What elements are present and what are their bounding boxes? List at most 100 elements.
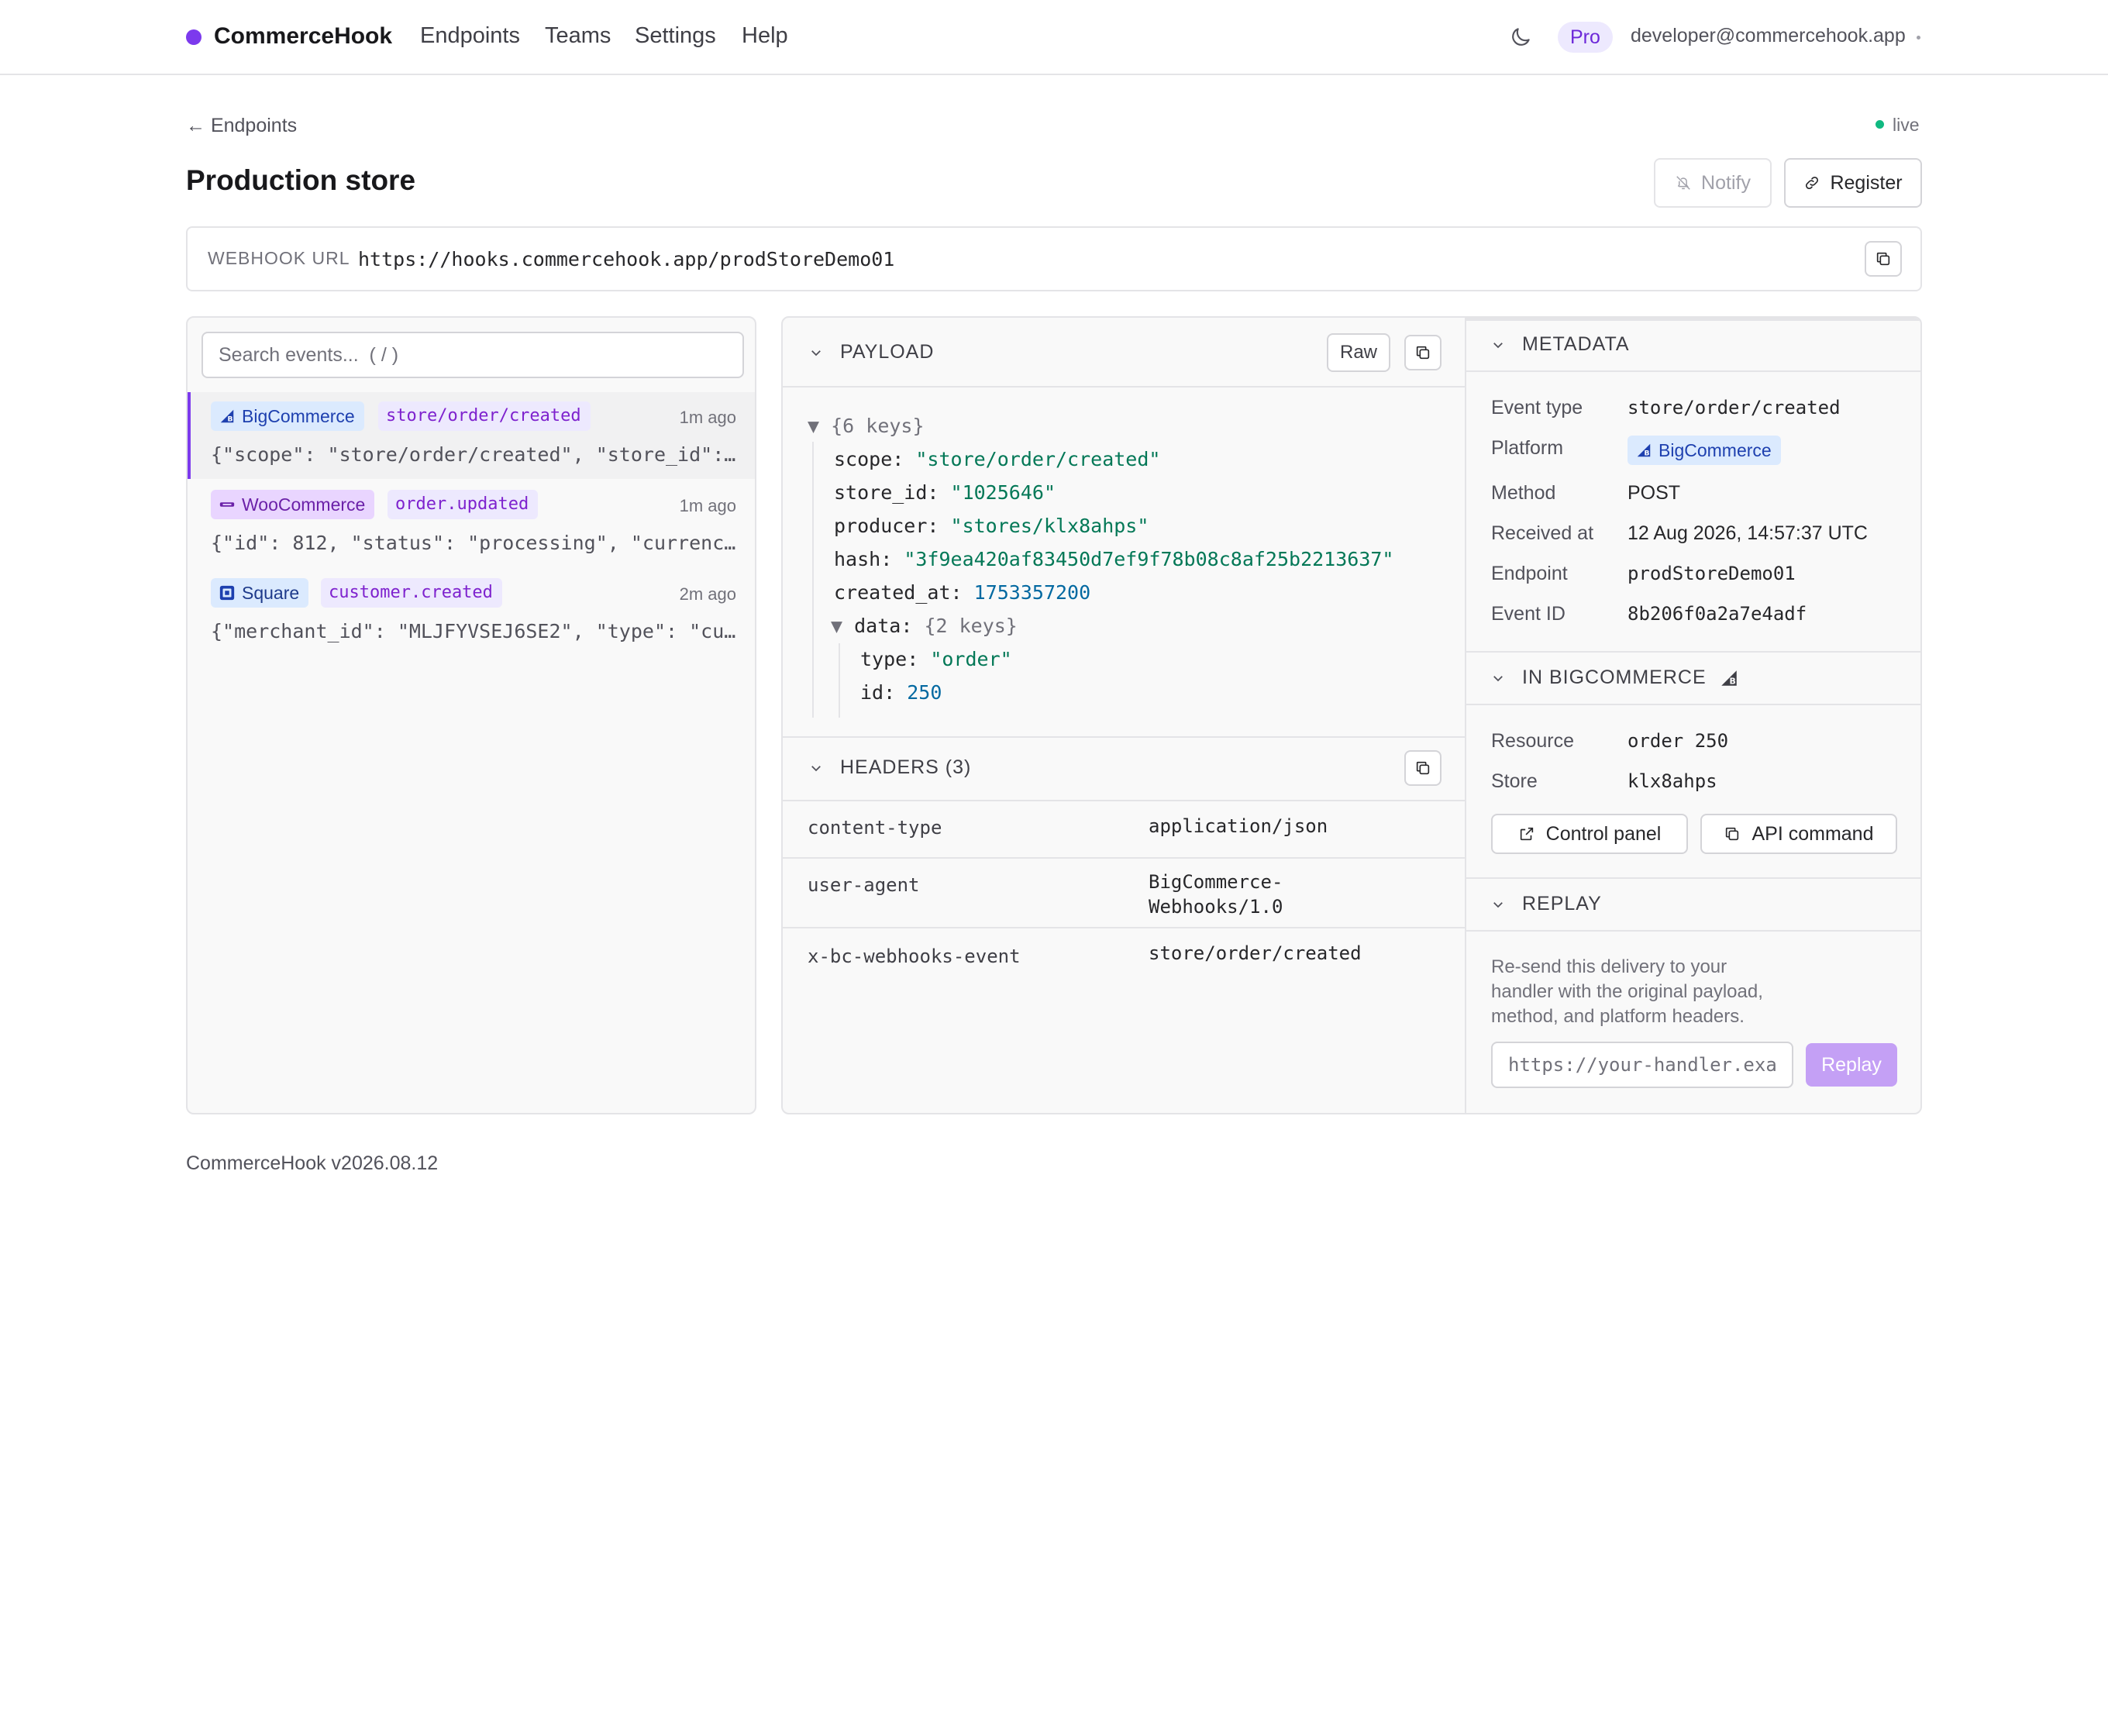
link-icon	[1806, 176, 1819, 190]
field-value: "1025646"	[950, 481, 1056, 504]
header-row: user-agent BigCommerce- Webhooks/1.0	[783, 859, 1465, 928]
payload-field: type: "order"	[860, 642, 1012, 676]
copy-icon	[1876, 252, 1890, 266]
meta-label: Platform	[1491, 437, 1564, 459]
root-summary: {6 keys}	[831, 415, 925, 437]
replay-url-input[interactable]	[1491, 1042, 1793, 1088]
chevron-down-icon	[1493, 901, 1503, 908]
control-panel-button[interactable]: Control panel	[1491, 814, 1688, 854]
topic-badge: order.updated	[388, 490, 539, 519]
api-command-button[interactable]: API command	[1700, 814, 1897, 854]
event-time: 1m ago	[679, 496, 736, 515]
payload-root[interactable]: ▼ {6 keys}	[808, 409, 925, 443]
external-link-icon	[1520, 827, 1533, 841]
live-status-dot-icon	[1876, 120, 1884, 129]
field-key: producer:	[834, 515, 939, 537]
caret-down-icon: ▼	[831, 615, 843, 637]
payload-field-data[interactable]: ▼ data: {2 keys}	[831, 609, 1393, 642]
field-key: data:	[854, 615, 913, 637]
back-link[interactable]: ← Endpoints	[186, 115, 297, 137]
meta-label: Received at	[1491, 522, 1594, 544]
meta-platform: BigCommerce	[1658, 440, 1772, 460]
divider	[1466, 651, 1920, 653]
event-item-bigcommerce[interactable]: B BigCommerce store/order/created 1m ago…	[188, 392, 755, 479]
copy-url-button[interactable]	[1865, 241, 1902, 277]
meta-label: Store	[1491, 770, 1538, 792]
in-platform-title: IN BIGCOMMERCE	[1522, 666, 1707, 688]
field-value: 250	[907, 681, 942, 704]
divider	[1466, 370, 1920, 372]
notify-button[interactable]: Notify	[1654, 158, 1772, 208]
platform-name: BigCommerce	[242, 406, 355, 426]
webhook-url-label: WEBHOOK URL	[208, 248, 350, 268]
footer-version: CommerceHook v2026.08.12	[186, 1152, 438, 1175]
user-menu[interactable]: developer@commercehook.app	[1631, 25, 1906, 47]
bigcommerce-icon: B	[1720, 670, 1737, 686]
meta-event-type: store/order/created	[1628, 397, 1841, 418]
event-list-panel: B BigCommerce store/order/created 1m ago…	[186, 316, 756, 1114]
copy-icon	[1726, 827, 1739, 841]
moon-icon[interactable]	[1508, 25, 1533, 50]
copy-icon	[1416, 761, 1430, 775]
field-value: "store/order/created"	[915, 448, 1161, 470]
meta-label: Method	[1491, 482, 1556, 504]
meta-method: POST	[1628, 482, 1681, 504]
field-value: "stores/klx8ahps"	[950, 515, 1149, 537]
payload-field: created_at: 1753357200	[834, 576, 1393, 609]
payload-field: id: 250	[860, 676, 1012, 709]
payload-data-fields: type: "order" id: 250	[860, 642, 1012, 709]
search-input[interactable]	[202, 332, 744, 378]
chevron-down-icon	[811, 350, 821, 356]
brand-name[interactable]: CommerceHook	[214, 23, 392, 50]
replay-button[interactable]: Replay	[1806, 1043, 1897, 1087]
square-icon	[219, 585, 235, 601]
in-platform-section-header[interactable]: IN BIGCOMMERCE B	[1491, 666, 1739, 689]
user-menu-indicator-icon	[1917, 36, 1920, 40]
meta-event-id: 8b206f0a2a7e4adf	[1628, 603, 1807, 625]
column-divider	[1465, 318, 1466, 1113]
replay-title: REPLAY	[1522, 893, 1602, 914]
event-item-square[interactable]: Square customer.created 2m ago {"merchan…	[188, 569, 755, 656]
field-key: hash:	[834, 548, 893, 570]
header-key: user-agent	[808, 874, 920, 896]
event-item-woocommerce[interactable]: WooCommerce order.updated 1m ago {"id": …	[188, 480, 755, 567]
event-preview: {"merchant_id": "MLJFYVSEJ6SE2", "type":…	[211, 620, 738, 642]
copy-payload-button[interactable]	[1404, 335, 1442, 370]
event-time: 2m ago	[679, 584, 736, 604]
woocommerce-icon	[219, 502, 235, 507]
divider	[1466, 704, 1920, 705]
payload-field: scope: "store/order/created"	[834, 443, 1393, 476]
meta-label: Event ID	[1491, 603, 1566, 625]
payload-section-header[interactable]: PAYLOAD	[809, 341, 934, 363]
payload-field: store_id: "1025646"	[834, 476, 1393, 509]
register-button[interactable]: Register	[1784, 158, 1922, 208]
meta-label: Endpoint	[1491, 563, 1568, 584]
event-time: 1m ago	[679, 408, 736, 427]
payload-title: PAYLOAD	[840, 341, 935, 363]
replay-section-header[interactable]: REPLAY	[1491, 893, 1602, 915]
divider	[1466, 877, 1920, 879]
tree-guide	[812, 442, 814, 718]
arrow-left-icon: ←	[186, 115, 205, 136]
headers-section-header[interactable]: HEADERS (3)	[809, 756, 971, 779]
store-value: klx8ahps	[1628, 770, 1717, 792]
copy-headers-button[interactable]	[1404, 750, 1442, 786]
tree-guide	[839, 643, 840, 718]
svg-text:B: B	[1729, 676, 1736, 686]
webhook-url-value[interactable]: https://hooks.commercehook.app/prodStore…	[358, 248, 894, 270]
raw-toggle-button[interactable]: Raw	[1327, 333, 1390, 372]
nav-link-teams[interactable]: Teams	[545, 23, 611, 49]
header-value: store/order/created	[1149, 942, 1362, 964]
nav-link-help[interactable]: Help	[742, 23, 788, 49]
platform-badge: Square	[211, 578, 309, 608]
nav-link-settings[interactable]: Settings	[635, 23, 716, 49]
metadata-title: METADATA	[1522, 333, 1630, 355]
meta-endpoint: prodStoreDemo01	[1628, 563, 1796, 584]
platform-badge: B BigCommerce	[211, 401, 364, 431]
header-value: application/json	[1149, 815, 1328, 837]
meta-label: Resource	[1491, 730, 1574, 752]
bigcommerce-icon: B	[220, 409, 234, 423]
nav-link-endpoints[interactable]: Endpoints	[420, 23, 520, 49]
platform-name: Square	[242, 583, 300, 603]
metadata-section-header[interactable]: METADATA	[1491, 333, 1630, 356]
